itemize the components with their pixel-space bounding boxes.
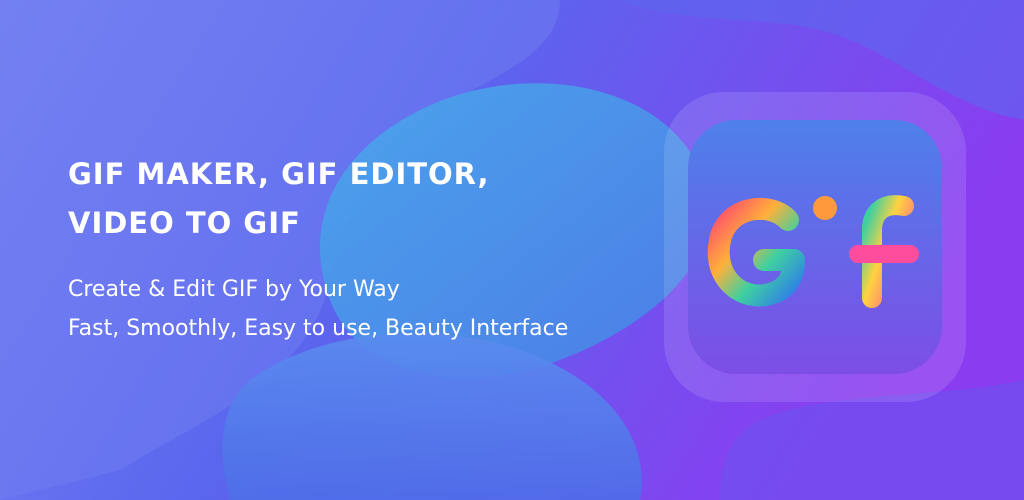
promo-banner: GIF MAKER, GIF EDITOR, VIDEO TO GIF Crea…	[0, 0, 1024, 500]
gif-logo-icon	[664, 92, 966, 402]
tagline-line-1: Create & Edit GIF by Your Way	[68, 277, 400, 302]
tagline: Create & Edit GIF by Your Way Fast, Smoo…	[68, 270, 668, 348]
headline-line-1: GIF MAKER, GIF EDITOR,	[68, 157, 490, 191]
gif-letter-i-dot	[813, 196, 837, 220]
app-icon	[660, 88, 970, 406]
headline: GIF MAKER, GIF EDITOR, VIDEO TO GIF	[68, 150, 588, 248]
headline-line-2: VIDEO TO GIF	[68, 206, 301, 240]
tagline-line-2: Fast, Smoothly, Easy to use, Beauty Inte…	[68, 316, 569, 341]
